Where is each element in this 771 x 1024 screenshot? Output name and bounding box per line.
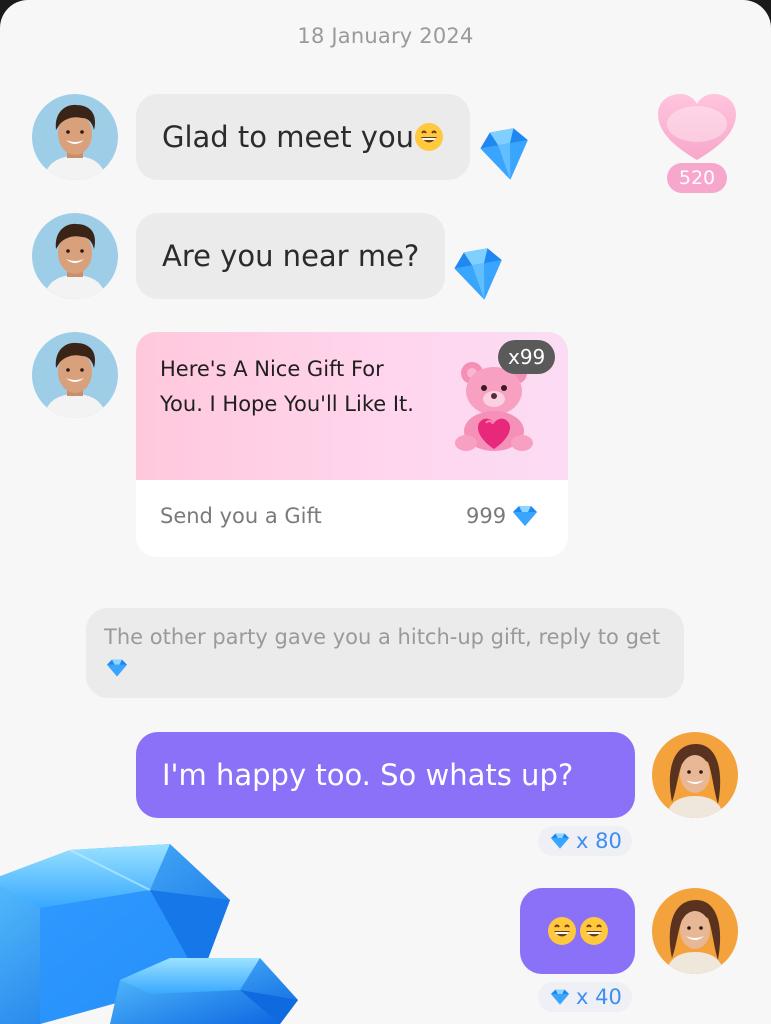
heart-gift-widget[interactable]: 520: [656, 92, 738, 198]
message-text: Are you near me?: [162, 239, 420, 273]
diamond-icon: [107, 659, 127, 677]
incoming-message-bubble[interactable]: Glad to meet you: [136, 94, 471, 180]
diamond-icon: [551, 989, 569, 1005]
chat-screen: 18 January 2024 520 Glad to meet you Are…: [0, 0, 771, 1024]
decorative-diamonds-icon: [0, 830, 310, 1024]
grinning-face-emoji-icon: [414, 122, 444, 152]
message-text: Glad to meet you: [162, 120, 415, 154]
grinning-face-emoji-icon: [579, 916, 609, 946]
heart-count-badge: 520: [667, 163, 727, 193]
avatar-female[interactable]: [652, 732, 738, 818]
gift-quantity-badge: x99: [498, 340, 556, 374]
diamond-icon: [513, 506, 538, 526]
gift-value: 999: [466, 504, 540, 528]
incoming-message-bubble[interactable]: Are you near me?: [136, 213, 446, 299]
blue-diamond-icon[interactable]: [446, 244, 514, 306]
avatar-female[interactable]: [652, 888, 738, 974]
blue-diamond-icon[interactable]: [472, 124, 540, 186]
message-reward-badge: x 40: [538, 982, 632, 1012]
gift-message-text: Here's A Nice Gift For You. I Hope You'l…: [160, 357, 414, 416]
outgoing-message-bubble[interactable]: [520, 888, 635, 974]
heart-icon: [658, 94, 736, 160]
avatar-male[interactable]: [32, 94, 118, 180]
reward-amount: x 80: [576, 829, 622, 853]
diamond-icon: [551, 833, 569, 849]
avatar-male[interactable]: [32, 332, 118, 418]
gift-value-number: 999: [466, 504, 507, 528]
notice-text: The other party gave you a hitch-up gift…: [104, 625, 661, 649]
grinning-face-emoji-icon: [547, 916, 577, 946]
avatar-male[interactable]: [32, 213, 118, 299]
date-separator: 18 January 2024: [297, 24, 474, 48]
message-text: I'm happy too. So whats up?: [162, 758, 574, 792]
gift-label: Send you a Gift: [160, 504, 322, 528]
outgoing-message-bubble[interactable]: I'm happy too. So whats up?: [136, 732, 635, 818]
reward-amount: x 40: [576, 985, 622, 1009]
system-notice: The other party gave you a hitch-up gift…: [86, 608, 684, 698]
message-reward-badge: x 80: [538, 826, 632, 856]
gift-message-card[interactable]: Here's A Nice Gift For You. I Hope You'l…: [136, 332, 568, 557]
